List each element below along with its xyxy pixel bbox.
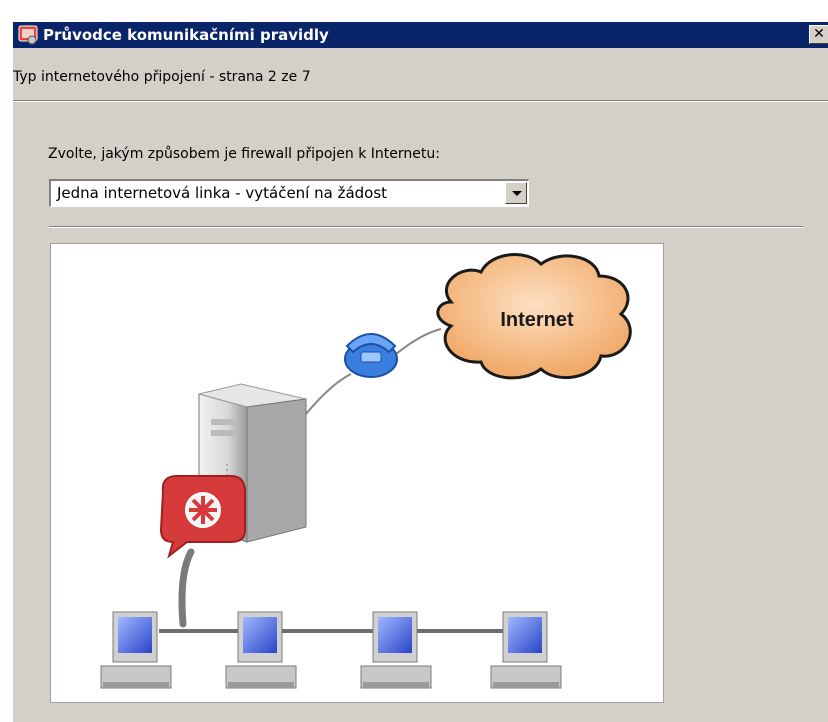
workstation-icon [490, 611, 562, 689]
chevron-down-icon [512, 191, 522, 196]
server-phone-link [305, 373, 352, 415]
wizard-app-icon [18, 25, 38, 45]
connection-type-select[interactable]: Jedna internetová linka - vytáčení na žá… [49, 179, 529, 207]
network-diagram: Internet [50, 243, 664, 703]
page-header: Typ internetového připojení - strana 2 z… [13, 69, 311, 85]
workstation-icon [225, 611, 297, 689]
wizard-window: Průvodce komunikačními pravidly ✕ Typ in… [12, 22, 828, 722]
connection-type-value: Jedna internetová linka - vytáčení na žá… [57, 184, 388, 202]
title-bar: Průvodce komunikačními pravidly ✕ [13, 22, 828, 48]
firewall-lan-link [178, 548, 195, 628]
phone-icon [344, 333, 398, 378]
close-icon: ✕ [813, 26, 825, 42]
workstation-icon [100, 611, 172, 689]
internet-label: Internet [500, 309, 574, 331]
internet-cloud-icon: Internet [436, 253, 632, 380]
workstation-icon [360, 611, 432, 689]
section-divider [49, 226, 803, 228]
connection-prompt-label: Zvolte, jakým způsobem je firewall připo… [48, 146, 440, 162]
dropdown-button[interactable] [505, 182, 527, 204]
phone-cloud-link [395, 328, 442, 355]
window-title: Průvodce komunikačními pravidly [43, 26, 329, 44]
firewall-badge-icon [159, 475, 246, 559]
close-button[interactable]: ✕ [809, 25, 828, 44]
header-divider [13, 100, 828, 102]
